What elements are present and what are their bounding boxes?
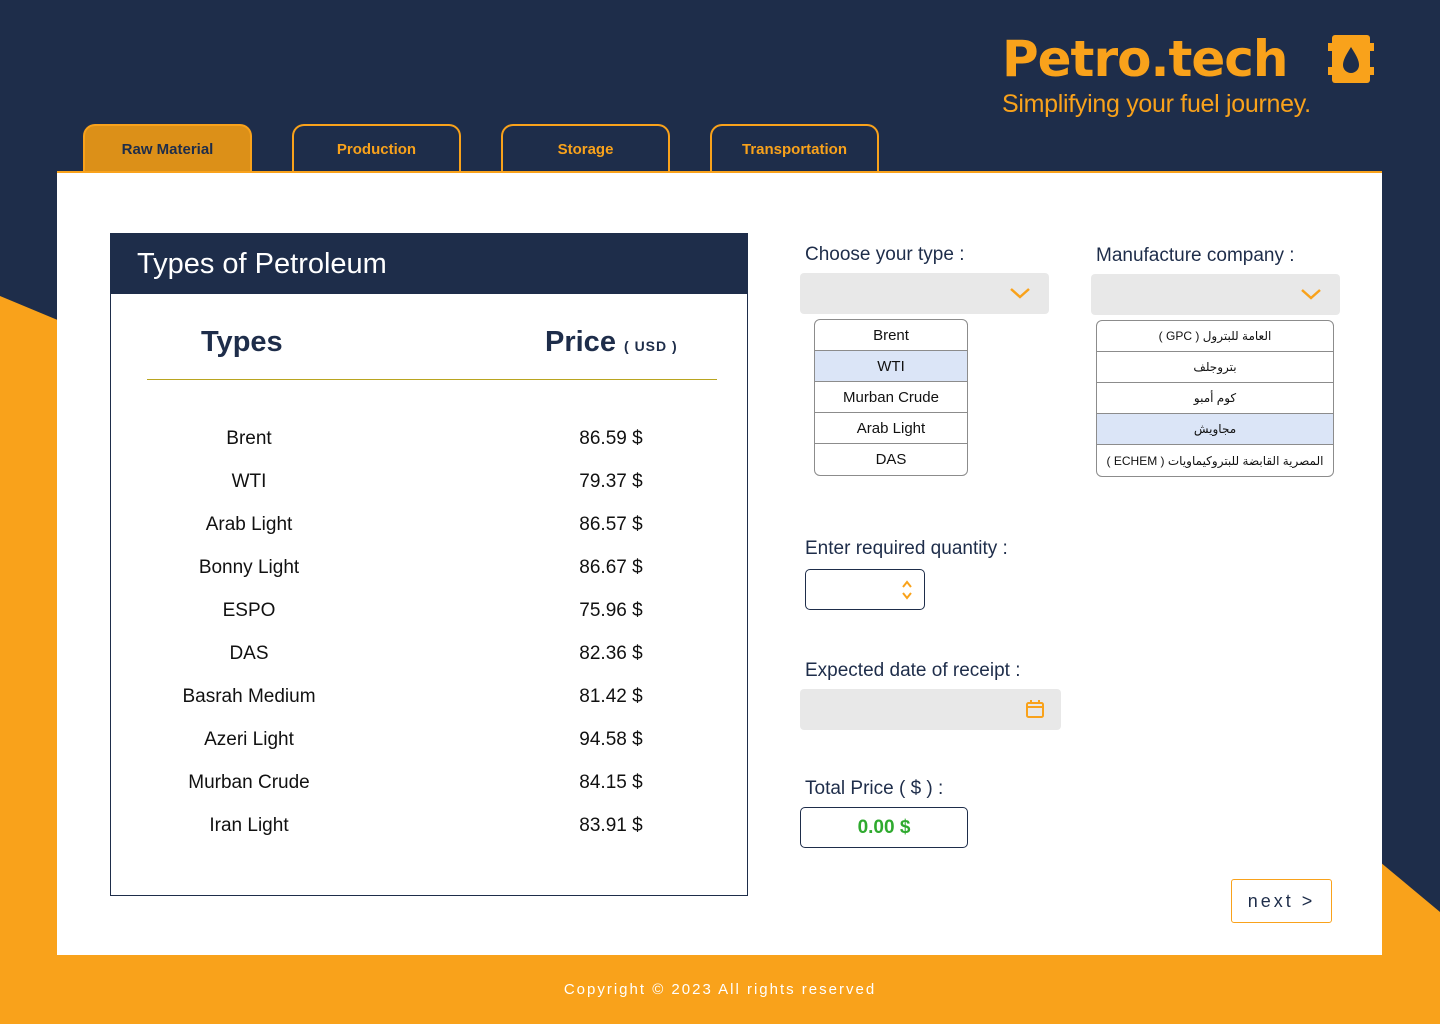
company-select[interactable] [1091, 274, 1340, 315]
type-price: 82.36 $ [579, 643, 643, 664]
table-row: Azeri Light 94.58 $ [111, 729, 749, 759]
company-option[interactable]: العامة للبترول ( GPC ) [1097, 321, 1333, 352]
company-options-list: العامة للبترول ( GPC ) بتروجلف كوم أمبو … [1096, 320, 1334, 477]
type-price: 81.42 $ [579, 686, 643, 707]
type-name: Iran Light [209, 815, 289, 836]
type-price: 86.59 $ [579, 428, 643, 449]
type-price: 86.57 $ [579, 514, 643, 535]
type-option[interactable]: Arab Light [815, 413, 967, 444]
type-price: 84.15 $ [579, 772, 643, 793]
chevron-down-icon [1010, 288, 1030, 299]
quantity-label: Enter required quantity : [805, 538, 1008, 559]
type-option[interactable]: Murban Crude [815, 382, 967, 413]
type-price: 94.58 $ [579, 729, 643, 750]
total-price-value: 0.00 $ [800, 807, 968, 848]
type-name: ESPO [222, 600, 276, 621]
brand-title: Petro.tech [1002, 30, 1289, 88]
oil-drop-icon [1328, 35, 1374, 83]
header-divider [147, 379, 717, 380]
tab-raw-material[interactable]: Raw Material [83, 124, 252, 172]
type-name: Azeri Light [204, 729, 294, 750]
type-price: 86.67 $ [579, 557, 643, 578]
type-option-selected[interactable]: WTI [815, 351, 967, 382]
next-button[interactable]: next > [1231, 879, 1332, 923]
type-name: Basrah Medium [182, 686, 316, 707]
type-name: DAS [229, 643, 269, 664]
type-name: Brent [226, 428, 272, 449]
brand-tagline: Simplifying your fuel journey. [1002, 90, 1311, 118]
date-label: Expected date of receipt : [805, 660, 1021, 681]
column-header-types: Types [201, 326, 283, 358]
table-row: Brent 86.59 $ [111, 428, 749, 458]
tab-storage[interactable]: Storage [501, 124, 670, 172]
brand-logo: Petro.tech Simplifying your fuel journey… [1002, 30, 1382, 125]
price-header-label: Price [545, 326, 616, 358]
table-row: Arab Light 86.57 $ [111, 514, 749, 544]
quantity-stepper[interactable] [805, 569, 925, 610]
type-price: 83.91 $ [579, 815, 643, 836]
company-option-selected[interactable]: مجاويش [1097, 414, 1333, 445]
table-row: Murban Crude 84.15 $ [111, 772, 749, 802]
type-name: Bonny Light [198, 557, 300, 578]
column-header-price: Price ( USD ) [545, 326, 678, 359]
calendar-icon[interactable] [1025, 699, 1045, 719]
table-row: ESPO 75.96 $ [111, 600, 749, 630]
tab-production[interactable]: Production [292, 124, 461, 172]
type-price: 79.37 $ [579, 471, 643, 492]
chevron-down-icon [1301, 289, 1321, 300]
company-option[interactable]: كوم أمبو [1097, 383, 1333, 414]
petroleum-types-card: Types of Petroleum Types Price ( USD ) B… [110, 233, 748, 896]
total-label: Total Price ( $ ) : [805, 778, 944, 799]
background-accent-left [0, 296, 60, 1024]
table-row: WTI 79.37 $ [111, 471, 749, 501]
type-name: Arab Light [205, 514, 293, 535]
type-options-list: Brent WTI Murban Crude Arab Light DAS [814, 319, 968, 476]
type-select[interactable] [800, 273, 1049, 314]
type-option[interactable]: DAS [815, 444, 967, 475]
card-title: Types of Petroleum [111, 234, 747, 294]
table-row: Iran Light 83.91 $ [111, 815, 749, 845]
table-row: Basrah Medium 81.42 $ [111, 686, 749, 716]
company-option[interactable]: بتروجلف [1097, 352, 1333, 383]
company-option[interactable]: المصرية القابضة للبتروكيماويات ( ECHEM ) [1097, 445, 1333, 476]
type-option[interactable]: Brent [815, 320, 967, 351]
type-name: Murban Crude [188, 772, 310, 793]
date-picker[interactable] [800, 689, 1061, 730]
type-price: 75.96 $ [579, 600, 643, 621]
price-header-unit: ( USD ) [624, 338, 678, 354]
spinner-icon[interactable] [900, 578, 914, 602]
footer: Copyright © 2023 All rights reserved [0, 955, 1440, 1024]
table-row: DAS 82.36 $ [111, 643, 749, 673]
copyright-text: Copyright © 2023 All rights reserved [563, 981, 877, 998]
tab-transportation[interactable]: Transportation [710, 124, 879, 172]
table-row: Bonny Light 86.67 $ [111, 557, 749, 587]
type-label: Choose your type : [805, 244, 965, 265]
company-label: Manufacture company : [1096, 245, 1295, 266]
type-name: WTI [231, 471, 267, 492]
